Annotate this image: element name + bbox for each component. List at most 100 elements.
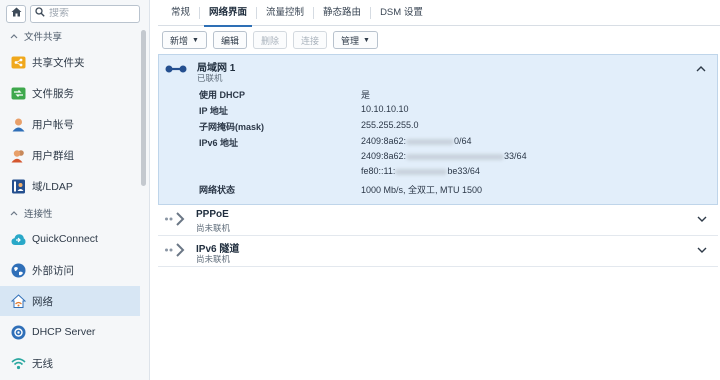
dhcp-icon — [11, 325, 26, 340]
external-access-icon — [11, 263, 26, 278]
detail-ip-address: IP 地址 10.10.10.10 — [199, 104, 409, 118]
detail-label-empty — [199, 151, 361, 165]
create-button[interactable]: 新增 ▼ — [162, 31, 207, 49]
interface-name: PPPoE — [196, 209, 229, 220]
disconnected-interface-icon — [164, 242, 186, 258]
manage-button-label: 管理 — [341, 35, 360, 46]
tab-dsm-settings[interactable]: DSM 设置 — [371, 0, 432, 26]
sidebar-top-bar — [0, 0, 149, 27]
ipv6-text: 33/64 — [504, 151, 527, 161]
manage-button[interactable]: 管理 ▼ — [333, 31, 378, 49]
sidebar-item-quickconnect[interactable]: QuickConnect — [0, 224, 140, 254]
sidebar-item-dhcp-server[interactable]: DHCP Server — [0, 317, 140, 347]
detail-value: 2409:8a62: 33/64 — [361, 151, 527, 165]
edit-button-label: 编辑 — [220, 35, 239, 46]
detail-value: 10.10.10.10 — [361, 104, 409, 114]
detail-label: 网络状态 — [199, 185, 236, 195]
ipv6-text: 0/64 — [454, 136, 472, 146]
chevron-up-icon — [10, 208, 18, 219]
home-icon — [11, 7, 22, 20]
sidebar-item-file-services[interactable]: 文件服务 — [0, 78, 140, 108]
sidebar-section-file-sharing[interactable]: 文件共享 — [0, 27, 149, 45]
detail-ipv6-address: IPv6 地址 2409:8a62: 0/64 — [199, 136, 472, 150]
delete-button-label: 删除 — [260, 35, 279, 46]
search-box[interactable] — [30, 4, 140, 23]
sidebar-item-wireless[interactable]: 无线 — [0, 348, 140, 378]
connect-button[interactable]: 连接 — [292, 31, 327, 49]
interface-lan1[interactable]: 局域网 1 已联机 使用 DHCP 是 IP 地址 10.10.10.10 子网… — [158, 54, 718, 205]
detail-value: 2409:8a62: 0/64 — [361, 136, 472, 150]
detail-subnet-mask: 子网掩码(mask) 255.255.255.0 — [199, 120, 419, 134]
chevron-down-icon[interactable] — [696, 213, 708, 225]
sidebar-item-network[interactable]: 网络 — [0, 286, 140, 316]
sidebar-section-connectivity[interactable]: 连接性 — [0, 204, 149, 222]
tab-network-interface[interactable]: 网络界面 — [200, 0, 256, 27]
interface-status: 尚未联机 — [196, 254, 231, 264]
disconnected-interface-icon — [164, 211, 186, 227]
sidebar-item-user-group[interactable]: 用户群组 — [0, 140, 140, 170]
caret-down-icon: ▼ — [192, 36, 199, 44]
chevron-up-icon — [10, 31, 18, 42]
network-icon — [11, 293, 26, 309]
detail-value: 255.255.255.0 — [361, 120, 419, 130]
redacted-text — [406, 138, 455, 145]
sidebar-item-label: 用户群组 — [32, 149, 74, 162]
caret-down-icon: ▼ — [363, 36, 370, 44]
redacted-text — [406, 153, 505, 160]
tab-general[interactable]: 常规 — [162, 0, 199, 26]
quickconnect-icon — [11, 232, 26, 247]
detail-dhcp: 使用 DHCP 是 — [199, 88, 370, 102]
domain-ldap-icon — [11, 179, 26, 194]
detail-ipv6-address-2: 2409:8a62: 33/64 — [199, 151, 527, 165]
sidebar-item-user-account[interactable]: 用户帐号 — [0, 109, 140, 139]
sidebar-item-label: 用户帐号 — [32, 118, 74, 131]
user-icon — [11, 117, 26, 132]
detail-value: 1000 Mb/s, 全双工, MTU 1500 — [361, 185, 483, 195]
sidebar-section-label: 文件共享 — [24, 32, 63, 43]
search-input[interactable] — [49, 8, 129, 19]
detail-label: 使用 DHCP — [199, 90, 246, 100]
ipv6-text: 2409:8a62: — [361, 151, 407, 161]
edit-button[interactable]: 编辑 — [212, 31, 247, 49]
detail-label: 子网掩码(mask) — [199, 122, 265, 132]
file-services-icon — [11, 86, 26, 101]
ipv6-text: be33/64 — [447, 166, 480, 176]
interface-status: 已联机 — [197, 73, 223, 83]
sidebar-item-label: DHCP Server — [32, 326, 96, 338]
sidebar-item-label: 网络 — [32, 295, 53, 308]
sidebar-item-label: 文件服务 — [32, 87, 74, 100]
sidebar-item-label: 无线 — [32, 357, 53, 370]
chevron-down-icon[interactable] — [696, 244, 708, 256]
tab-static-route[interactable]: 静态路由 — [314, 0, 370, 26]
sidebar-item-label: QuickConnect — [32, 233, 98, 245]
delete-button[interactable]: 删除 — [252, 31, 287, 49]
interface-ipv6-tunnel[interactable]: IPv6 隧道 尚未联机 — [158, 236, 718, 267]
sidebar-item-domain-ldap[interactable]: 域/LDAP — [0, 171, 140, 201]
connected-interface-icon — [165, 61, 187, 77]
detail-label: IP 地址 — [199, 106, 228, 116]
sidebar: 文件共享 共享文件夹 文件服务 用户帐号 用户群组 域/LDAP — [0, 0, 150, 380]
sidebar-section-label: 连接性 — [24, 209, 53, 220]
tab-traffic-control[interactable]: 流量控制 — [257, 0, 313, 26]
detail-network-status: 网络状态 1000 Mb/s, 全双工, MTU 1500 — [199, 183, 482, 197]
toolbar: 新增 ▼ 编辑 删除 连接 管理 ▼ — [162, 31, 378, 49]
interface-pppoe[interactable]: PPPoE 尚未联机 — [158, 205, 718, 236]
detail-ipv6-address-3: fe80::11: be33/64 — [199, 166, 480, 180]
connect-button-label: 连接 — [300, 35, 319, 46]
sidebar-item-label: 外部访问 — [32, 264, 74, 277]
sidebar-item-label: 域/LDAP — [32, 180, 73, 193]
home-button[interactable] — [6, 4, 26, 23]
chevron-up-icon[interactable] — [695, 63, 707, 75]
sidebar-scrollbar[interactable] — [141, 30, 146, 186]
sidebar-item-shared-folder[interactable]: 共享文件夹 — [0, 47, 140, 77]
sidebar-item-label: 共享文件夹 — [32, 56, 85, 69]
interface-status: 尚未联机 — [196, 223, 231, 233]
ipv6-text: fe80::11: — [361, 166, 396, 176]
detail-value: fe80::11: be33/64 — [361, 166, 480, 180]
detail-label: IPv6 地址 — [199, 138, 239, 148]
group-icon — [11, 148, 26, 163]
sidebar-item-external-access[interactable]: 外部访问 — [0, 255, 140, 285]
shared-folder-icon — [11, 55, 26, 70]
detail-value: 是 — [361, 90, 371, 100]
tab-bar: 常规 网络界面 流量控制 静态路由 DSM 设置 — [158, 0, 720, 27]
